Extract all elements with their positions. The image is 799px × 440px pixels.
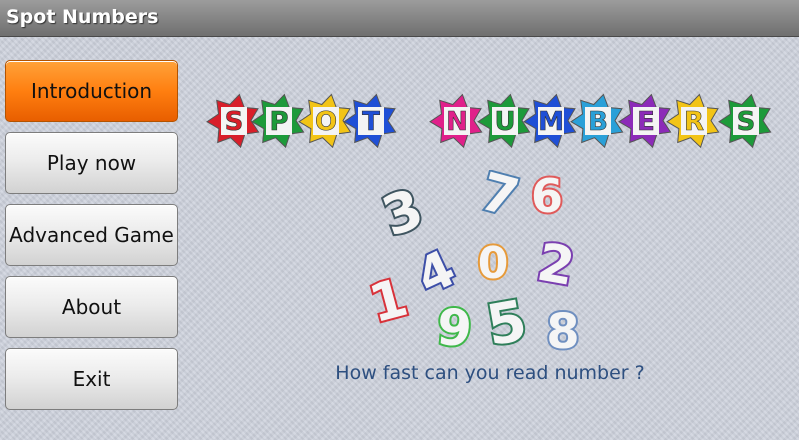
illustration-digit: 8 [546,304,579,355]
advanced-game-button[interactable]: Advanced Game [5,204,178,266]
logo-letter-tile: O [298,93,352,149]
exit-button[interactable]: Exit [5,348,178,410]
logo-letter: N [446,107,468,137]
logo-letter: P [269,107,288,137]
illustration-digit: 5 [482,288,532,355]
introduction-button[interactable]: Introduction [5,60,178,122]
logo-letter-tile: S [206,93,260,149]
logo-letter: U [494,107,515,137]
spot-numbers-logo: SPOTNUMBERS [206,93,772,149]
logo-letter-tile: N [429,93,483,149]
logo-letter-tile: B [570,93,624,149]
logo-letter-tile: S [718,93,772,149]
illustration-digit: 7 [474,170,524,229]
illustration-digit: 6 [531,170,563,223]
illustration-digit: 4 [408,239,464,306]
logo-letter: M [538,107,564,137]
numbers-illustration: 3 7 6 4 0 2 1 9 5 8 [365,170,582,355]
logo-letter: O [315,107,337,137]
app-title: Spot Numbers [6,6,159,28]
logo-letter-tile: M [523,93,577,149]
logo-letter: S [737,107,756,137]
tagline-text: How fast can you read number ? [335,362,645,384]
illustration-digit: 1 [365,268,414,335]
logo-letter-tile: U [477,93,531,149]
logo-letter: B [588,107,608,137]
logo-letter-tile: T [343,93,397,149]
play-now-button[interactable]: Play now [5,132,178,194]
logo-letter: S [225,107,244,137]
logo-letter-tile: E [618,93,672,149]
logo-letter-tile: R [666,93,720,149]
illustration-digit: 9 [435,298,475,355]
illustration-digit: 3 [374,177,431,249]
illustration-digit: 0 [478,238,509,289]
logo-letter: T [362,107,380,137]
title-bar: Spot Numbers [0,0,799,37]
illustration-digit: 2 [533,233,579,298]
about-button[interactable]: About [5,276,178,338]
logo-letter: E [637,107,655,137]
logo-letter-tile: P [251,93,305,149]
logo-letter: R [684,107,704,137]
